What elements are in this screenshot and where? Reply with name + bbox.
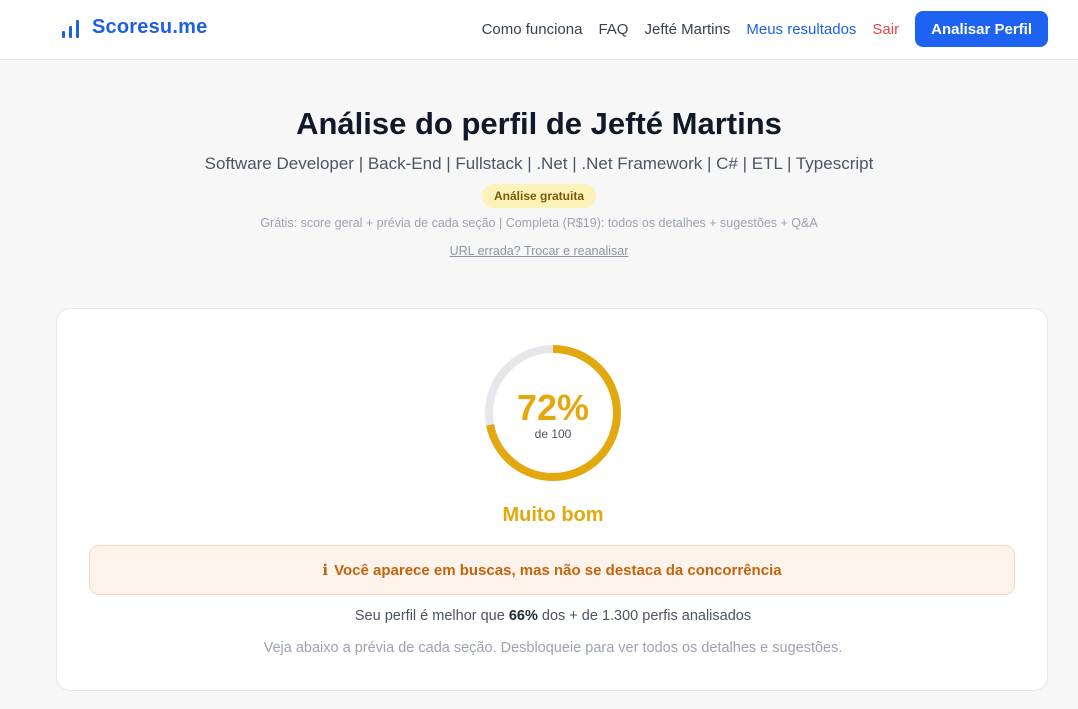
- change-url-link[interactable]: URL errada? Trocar e reanalisar: [450, 244, 629, 258]
- score-total: de 100: [534, 427, 572, 441]
- pricing-note: Grátis: score geral + prévia de cada seç…: [260, 216, 818, 230]
- main-nav: Como funciona FAQ Jefté Martins Meus res…: [482, 11, 1048, 47]
- change-url-row: URL errada? Trocar e reanalisar: [0, 244, 1078, 258]
- score-value: 72%: [516, 387, 590, 428]
- comparison-text: Seu perfil é melhor que 66% dos + de 1.3…: [57, 608, 1049, 624]
- bar-chart-icon: [62, 19, 79, 38]
- free-analysis-badge: Análise gratuita: [481, 184, 597, 208]
- alert-text: Você aparece em buscas, mas não se desta…: [334, 561, 782, 579]
- profile-headline: Software Developer | Back-End | Fullstac…: [204, 154, 874, 173]
- nav-how-it-works[interactable]: Como funciona: [482, 21, 583, 38]
- score-alert: ℹ Você aparece em buscas, mas não se des…: [89, 545, 1015, 595]
- brand-logo[interactable]: Scoresu.me: [60, 16, 207, 39]
- top-navbar: Scoresu.me Como funciona FAQ Jefté Marti…: [0, 0, 1078, 60]
- score-rating: Muito bom: [502, 504, 604, 526]
- compare-percent: 66%: [508, 608, 538, 624]
- page-title: Análise do perfil de Jefté Martins: [296, 106, 782, 141]
- nav-user-name[interactable]: Jefté Martins: [644, 21, 730, 38]
- badge-row: Análise gratuita: [0, 184, 1078, 208]
- score-card: 72% de 100 Muito bom ℹ Você aparece em b…: [56, 308, 1048, 691]
- compare-suffix: dos + de 1.300 perfis analisados: [537, 608, 752, 624]
- compare-prefix: Seu perfil é melhor que: [354, 608, 509, 624]
- nav-faq[interactable]: FAQ: [598, 21, 628, 38]
- info-icon: ℹ: [322, 562, 329, 579]
- preview-hint: Veja abaixo a prévia de cada seção. Desb…: [263, 640, 843, 656]
- nav-my-results[interactable]: Meus resultados: [746, 21, 856, 38]
- logout-link[interactable]: Sair: [872, 21, 899, 38]
- analyze-profile-button[interactable]: Analisar Perfil: [915, 11, 1048, 47]
- brand-name: Scoresu.me: [92, 16, 208, 38]
